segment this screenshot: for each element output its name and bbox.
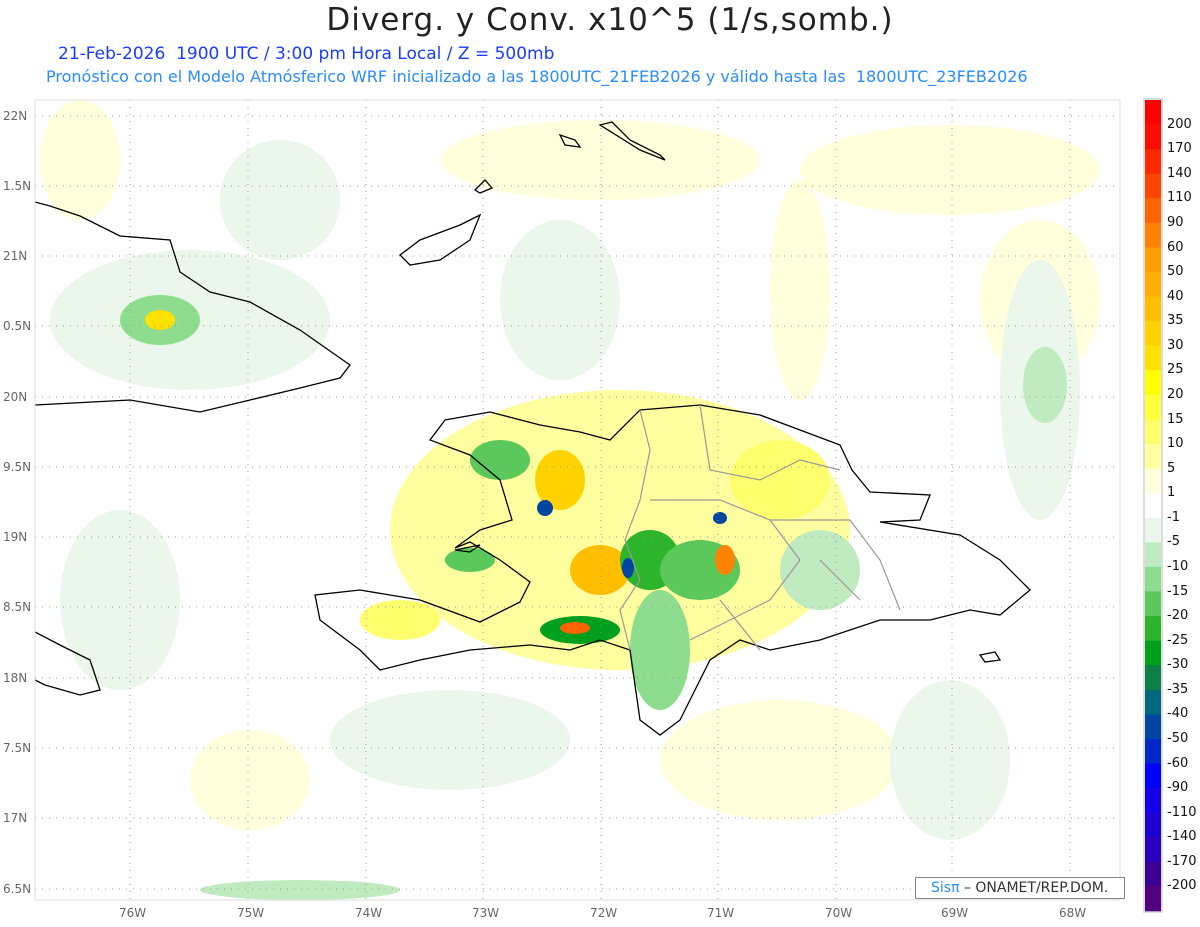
colorbar-label: -170 (1167, 853, 1197, 869)
lat-label: 0.5N (3, 319, 32, 333)
colorbar-bin (1145, 886, 1161, 912)
lat-label: 7.5N (3, 741, 32, 755)
colorbar-label: 10 (1167, 436, 1184, 452)
colorbar-bin (1145, 542, 1161, 568)
map-title: Diverg. y Conv. x10^5 (1/s,somb.) (326, 2, 894, 38)
colorbar-bin (1145, 222, 1161, 248)
lon-label: 71W (707, 906, 735, 920)
lat-label: 18N (3, 671, 28, 685)
lon-label: 76W (119, 906, 147, 920)
colorbar-label: 25 (1167, 362, 1184, 378)
colorbar-label: -110 (1167, 804, 1197, 820)
colorbar-bin (1145, 665, 1161, 691)
lon-label: 68W (1059, 906, 1087, 920)
lat-label: 9.5N (3, 460, 32, 474)
colorbar-label: -15 (1167, 583, 1189, 599)
colorbar-label: -50 (1167, 731, 1189, 746)
colorbar-label: 5 (1167, 460, 1176, 476)
colorbar-bin (1145, 763, 1161, 789)
lat-label: 21N (3, 249, 28, 263)
colorbar-bin (1145, 124, 1161, 150)
lat-label: 22N (3, 109, 28, 123)
lon-label: 75W (237, 906, 265, 920)
colorbar-label: 90 (1167, 214, 1184, 230)
lat-label: 19N (3, 530, 28, 544)
colorbar-bin (1145, 394, 1161, 420)
colorbar-bin (1145, 419, 1161, 445)
colorbar-label: -30 (1167, 657, 1189, 673)
model-info: Pronóstico con el Modelo Atmósferico WRF… (46, 67, 1028, 86)
lat-label: 6.5N (3, 882, 32, 896)
colorbar-bin (1145, 714, 1161, 740)
credit-box: Sisπ – ONAMET/REP.DOM. (915, 877, 1125, 899)
colorbar-bin (1145, 566, 1161, 592)
colorbar-bin (1145, 247, 1161, 273)
colorbar-bin (1145, 468, 1161, 494)
colorbar-bin (1145, 837, 1161, 863)
colorbar-label: -35 (1167, 681, 1189, 697)
lon-label: 72W (590, 906, 618, 920)
colorbar-bin (1145, 272, 1161, 297)
colorbar-label: 60 (1167, 239, 1184, 255)
colorbar-label: 200 (1167, 116, 1192, 132)
colorbar-label: 35 (1167, 313, 1184, 329)
colorbar-label: -20 (1167, 608, 1189, 624)
colorbar-label: -40 (1167, 706, 1189, 722)
colorbar-label: -90 (1167, 780, 1189, 796)
divergence-map (34, 99, 1121, 901)
colorbar-label: -10 (1167, 558, 1189, 574)
colorbar-label: -5 (1167, 534, 1180, 550)
colorbar-bin (1145, 689, 1161, 715)
colorbar-bin (1145, 296, 1161, 322)
colorbar-label: 140 (1167, 165, 1192, 181)
colorbar-label: 15 (1167, 411, 1184, 427)
colorbar-label: -140 (1167, 829, 1197, 845)
lon-label: 73W (472, 906, 500, 920)
colorbar-bin (1145, 444, 1161, 469)
credit-text: – ONAMET/REP.DOM. (963, 880, 1109, 896)
lat-label: 8.5N (3, 600, 32, 614)
lon-label: 70W (825, 906, 853, 920)
colorbar-bin (1145, 149, 1161, 175)
colorbar-bin (1145, 345, 1161, 371)
colorbar-label: 30 (1167, 337, 1184, 353)
colorbar-bin (1145, 517, 1161, 543)
colorbar-label: 170 (1167, 141, 1192, 157)
colorbar-bin (1145, 198, 1161, 224)
colorbar-label: -200 (1167, 878, 1197, 894)
colorbar-label: -1 (1167, 509, 1180, 525)
colorbar-bin (1145, 493, 1161, 519)
lon-label: 74W (355, 906, 383, 920)
lon-label: 69W (941, 906, 969, 920)
colorbar-bin (1145, 739, 1161, 764)
colorbar-bin (1145, 100, 1161, 125)
colorbar-bin (1145, 591, 1161, 617)
colorbar-label: 1 (1167, 485, 1176, 501)
colorbar-bin (1145, 788, 1161, 813)
colorbar-bin (1145, 370, 1161, 396)
colorbar (1143, 98, 1163, 913)
lat-label: 17N (3, 811, 28, 825)
colorbar-bin (1145, 616, 1161, 641)
colorbar-label: 20 (1167, 386, 1184, 402)
colorbar-bin (1145, 812, 1161, 838)
colorbar-label: 110 (1167, 190, 1192, 206)
valid-time: 21-Feb-2026 1900 UTC / 3:00 pm Hora Loca… (58, 44, 555, 64)
colorbar-label: 40 (1167, 288, 1184, 304)
colorbar-bin (1145, 173, 1161, 199)
colorbar-bin (1145, 321, 1161, 347)
colorbar-bin (1145, 861, 1161, 887)
lat-label: 20N (3, 390, 28, 404)
colorbar-label: -25 (1167, 632, 1189, 648)
sispi-logo: Sisπ (931, 880, 960, 896)
colorbar-bin (1145, 640, 1161, 666)
colorbar-label: 50 (1167, 264, 1184, 279)
lat-label: 1.5N (3, 179, 32, 193)
colorbar-label: -60 (1167, 755, 1189, 771)
